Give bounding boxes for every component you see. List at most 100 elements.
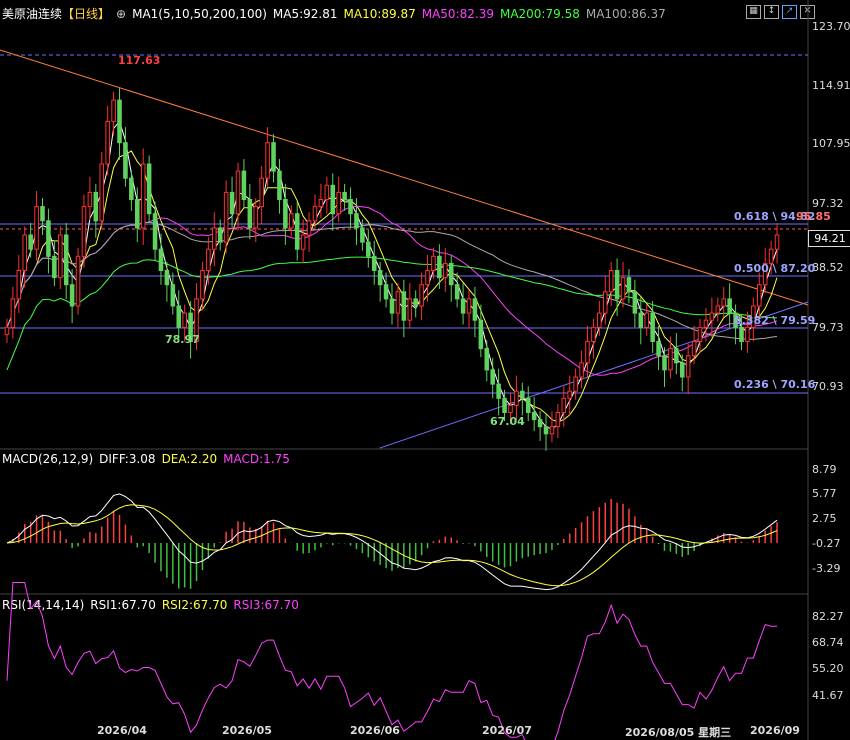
candle-body xyxy=(555,412,561,428)
candle-body xyxy=(22,234,28,271)
candle-body xyxy=(158,248,164,271)
candle-body xyxy=(330,184,336,215)
candle-body xyxy=(395,291,401,314)
candle-body xyxy=(360,227,365,243)
candle-body xyxy=(289,213,294,229)
macd-axis-label: 8.79 xyxy=(812,463,837,476)
candle-body xyxy=(81,206,87,257)
candle-body xyxy=(691,341,697,357)
candle-body xyxy=(567,390,572,399)
candle-body xyxy=(52,255,57,279)
candle-body xyxy=(466,298,472,314)
candle-body xyxy=(508,404,513,413)
candle-body xyxy=(668,348,673,371)
candle-body xyxy=(496,383,501,399)
candle-body xyxy=(419,284,424,307)
candle-body xyxy=(774,234,780,250)
candle-body xyxy=(656,341,661,357)
candle-body xyxy=(389,298,395,314)
candle-body xyxy=(40,206,45,222)
candle-body xyxy=(176,305,182,328)
candle-body xyxy=(679,362,685,378)
candle-body xyxy=(626,277,632,293)
crosshair-date-label: 2026/08/05 星期三 xyxy=(625,726,732,739)
candle-body xyxy=(514,390,519,406)
candle-body xyxy=(484,348,490,371)
candle-body xyxy=(460,298,466,314)
candle-body xyxy=(585,341,590,364)
candle-body xyxy=(674,348,679,364)
ma5-line xyxy=(6,120,778,430)
fib-236-label: 0.236 \ 70.16 xyxy=(734,378,816,391)
price-axis-label: 79.73 xyxy=(812,321,844,334)
candle-body xyxy=(312,206,318,222)
candle-body xyxy=(152,213,158,250)
candle-body xyxy=(448,262,454,286)
candle-body xyxy=(34,206,39,250)
price-axis-label: 123.70 xyxy=(812,20,850,33)
price-axis-label: 70.93 xyxy=(812,380,844,393)
candle-body xyxy=(354,213,359,229)
candle-body xyxy=(223,191,229,243)
candle-body xyxy=(265,142,270,179)
candle-body xyxy=(283,199,288,229)
candle-body xyxy=(383,284,389,300)
candle-body xyxy=(490,369,495,385)
candle-body xyxy=(543,426,549,435)
candle-body xyxy=(366,241,371,257)
price-chart[interactable] xyxy=(0,0,850,740)
candle-body xyxy=(431,255,436,271)
candle-body xyxy=(537,419,543,428)
candle-body xyxy=(727,298,732,314)
candle-body xyxy=(57,234,63,279)
candle-body xyxy=(472,298,478,321)
candle-body xyxy=(46,220,51,257)
candle-body xyxy=(525,397,531,413)
macd-axis-label: -0.27 xyxy=(812,537,841,550)
candle-body xyxy=(608,270,614,293)
candle-body xyxy=(697,326,703,342)
candle-body xyxy=(377,270,383,286)
candle-body xyxy=(87,191,93,208)
price-axis-label: 97.32 xyxy=(812,197,844,210)
candle-body xyxy=(105,120,110,165)
candle-body xyxy=(371,255,377,271)
candle-body xyxy=(549,426,555,435)
candle-body xyxy=(117,99,122,144)
candle-body xyxy=(235,170,241,215)
low-annotation: 78.97 xyxy=(165,333,200,346)
candle-body xyxy=(336,191,341,215)
candle-body xyxy=(413,298,418,307)
price-axis-label: 114.91 xyxy=(812,79,850,92)
candle-body xyxy=(253,206,259,229)
candle-body xyxy=(739,326,744,342)
date-axis-label: 2026/05 xyxy=(222,724,272,737)
candle-body xyxy=(200,270,205,300)
candle-body xyxy=(75,255,81,307)
candle-body xyxy=(182,312,187,328)
date-axis-label: 2026/09 xyxy=(750,724,800,737)
candle-body xyxy=(206,248,211,271)
price-axis-label: 107.95 xyxy=(812,137,850,150)
candle-body xyxy=(573,376,578,392)
date-axis-label: 2026/07 xyxy=(482,724,532,737)
candle-body xyxy=(478,319,484,350)
candle-body xyxy=(715,305,721,314)
current-price-badge: 94.21 xyxy=(808,230,850,247)
candle-body xyxy=(271,142,276,172)
candle-body xyxy=(685,355,691,378)
candle-body xyxy=(703,319,709,328)
low-annotation: 67.04 xyxy=(490,415,525,428)
rsi-axis-label: 68.74 xyxy=(812,636,844,649)
candle-body xyxy=(756,284,762,307)
candle-body xyxy=(644,312,649,328)
candle-body xyxy=(401,291,407,321)
candle-body xyxy=(721,298,727,307)
fib-500-label: 0.500 \ 87.20 xyxy=(734,262,816,275)
candle-body xyxy=(123,142,128,179)
candle-body xyxy=(443,262,448,279)
price-axis-label: 88.52 xyxy=(812,261,844,274)
candle-body xyxy=(140,163,146,229)
candle-body xyxy=(342,191,347,200)
macd-axis-label: 5.77 xyxy=(812,487,837,500)
